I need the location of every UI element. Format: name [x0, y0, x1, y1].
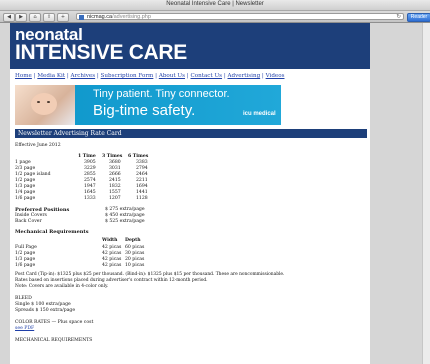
- position-value: $ 525 extra/page: [105, 219, 145, 224]
- mechanical-row-label: 1/3 page: [15, 257, 36, 262]
- nav-archives[interactable]: Archives: [71, 73, 96, 79]
- share-icon[interactable]: ⇪: [43, 13, 55, 22]
- mechanical-depth: 60 picas: [125, 245, 145, 250]
- mechanical-header-width: Width: [102, 238, 118, 243]
- main-nav: Home | Media Kit | Archives | Subscripti…: [15, 73, 285, 79]
- reload-icon[interactable]: ↻: [396, 14, 401, 21]
- rate-cell: 3229: [84, 166, 96, 171]
- mechanical-row-label: 1/6 page: [15, 263, 36, 268]
- bleed-single: Single $ 100 extra/page: [15, 302, 71, 307]
- position-label: Back Cover: [15, 219, 42, 224]
- rate-cell: 1207: [109, 196, 121, 201]
- nav-home[interactable]: Home: [15, 73, 32, 79]
- address-bar[interactable]: nicmag.ca/advertising.php ↻: [76, 13, 404, 20]
- rate-row-label: 1 page: [15, 160, 31, 165]
- rate-cell: 1832: [109, 184, 121, 189]
- page-content: neonatal INTENSIVE CARE Home | Media Kit…: [10, 23, 370, 364]
- nav-subscription-form[interactable]: Subscription Form: [101, 73, 154, 79]
- rate-header-2: 3 Times: [102, 154, 123, 159]
- url-domain: nicmag.ca: [87, 14, 113, 20]
- mechanical-header-depth: Depth: [125, 238, 141, 243]
- note-postcard: Post Card (Tip-in): $1325 plus $25 per t…: [15, 272, 285, 277]
- mechanical-title: Mechanical Requirements: [15, 229, 89, 235]
- banner-brand-logo: icu medical: [243, 111, 276, 117]
- bleed-spreads: Spreads $ 150 extra/page: [15, 308, 76, 313]
- rate-cell: 2855: [84, 172, 96, 177]
- rate-cell: 3383: [136, 160, 148, 165]
- rate-cell: 2211: [136, 178, 148, 183]
- note-rates: Rates based on insertions placed during …: [15, 278, 208, 283]
- rate-cell: 2574: [84, 178, 96, 183]
- rate-cell: 1441: [136, 190, 148, 195]
- add-bookmark-icon[interactable]: +: [57, 13, 69, 22]
- effective-date: Effective June 2012: [15, 143, 61, 148]
- mechanical-width: 42 picas: [102, 257, 122, 262]
- bleed-title: BLEED: [15, 296, 32, 301]
- rate-header-1: 1 Time: [78, 154, 96, 159]
- nav-media-kit[interactable]: Media Kit: [37, 73, 65, 79]
- web-page: neonatal INTENSIVE CARE Home | Media Kit…: [0, 23, 430, 364]
- section-title: Newsletter Advertising Rate Card: [15, 129, 367, 138]
- rate-row-label: 1/2 page: [15, 178, 36, 183]
- ad-banner[interactable]: Tiny patient. Tiny connector. Big-time s…: [15, 85, 281, 125]
- banner-subheadline: Big-time safety.: [93, 102, 196, 119]
- rate-header-3: 6 Times: [128, 154, 149, 159]
- rate-row-label: 1/2 page island: [15, 172, 51, 177]
- window-titlebar: Neonatal Intensive Care | Newsletter: [0, 0, 430, 17]
- window-title: Neonatal Intensive Care | Newsletter: [166, 1, 264, 7]
- rate-cell: 1333: [84, 196, 96, 201]
- home-icon[interactable]: ⌂: [29, 13, 41, 22]
- browser-toolbar: ◀ ▶ ⌂ ⇪ + nicmag.ca/advertising.php ↻ Re…: [0, 11, 430, 23]
- nav-advertising[interactable]: Advertising: [228, 73, 261, 79]
- rate-row-label: 2/3 page: [15, 166, 36, 171]
- note-covers: Note: Covers are available in 4-color on…: [15, 284, 109, 289]
- rate-row-label: 1/6 page: [15, 196, 36, 201]
- mechanical-depth: 20 picas: [125, 257, 145, 262]
- rate-cell: 3680: [109, 160, 121, 165]
- rate-cell: 2794: [136, 166, 148, 171]
- see-pdf-link[interactable]: see PDF: [15, 326, 34, 331]
- mechanical-depth: 10 picas: [125, 263, 145, 268]
- mechanical-footer: MECHANICAL REQUIREMENTS: [15, 338, 93, 343]
- mechanical-row-label: Full Page: [15, 245, 37, 250]
- baby-photo: [15, 85, 75, 125]
- rate-cell: 1645: [84, 190, 96, 195]
- mechanical-width: 42 picas: [102, 245, 122, 250]
- mechanical-width: 42 picas: [102, 263, 122, 268]
- back-arrow-icon[interactable]: ◀: [3, 13, 15, 22]
- mechanical-depth: 30 picas: [125, 251, 145, 256]
- forward-arrow-icon[interactable]: ▶: [15, 13, 27, 22]
- site-header: neonatal INTENSIVE CARE: [10, 23, 370, 69]
- rate-row-label: 1/3 page: [15, 184, 36, 189]
- site-favicon-icon: [79, 15, 84, 20]
- page-scrollbar[interactable]: [422, 23, 430, 364]
- rate-cell: 2464: [136, 172, 148, 177]
- reader-button[interactable]: Reader: [407, 13, 430, 22]
- rate-cell: 1557: [109, 190, 121, 195]
- rate-cell: 1947: [84, 184, 96, 189]
- rate-cell: 1128: [136, 196, 148, 201]
- site-logo-line2[interactable]: INTENSIVE CARE: [15, 41, 187, 65]
- position-label: Inside Covers: [15, 213, 47, 218]
- rate-cell: 1694: [136, 184, 148, 189]
- nav-about-us[interactable]: About Us: [159, 73, 185, 79]
- nav-videos[interactable]: Videos: [266, 73, 285, 79]
- mechanical-row-label: 1/2 page: [15, 251, 36, 256]
- rate-cell: 2415: [109, 178, 121, 183]
- positions-first-value: $ 275 extra/page: [105, 207, 145, 212]
- banner-headline: Tiny patient. Tiny connector.: [93, 88, 230, 100]
- nav-contact-us[interactable]: Contact Us: [190, 73, 222, 79]
- mechanical-width: 42 picas: [102, 251, 122, 256]
- rate-cell: 3905: [84, 160, 96, 165]
- position-value: $ 450 extra/page: [105, 213, 145, 218]
- rate-row-label: 1/4 page: [15, 190, 36, 195]
- color-rates: COLOR RATES — Plus space cost: [15, 320, 94, 325]
- rate-cell: 2666: [109, 172, 121, 177]
- url-path: /advertising.php: [112, 14, 151, 20]
- rate-cell: 3031: [109, 166, 121, 171]
